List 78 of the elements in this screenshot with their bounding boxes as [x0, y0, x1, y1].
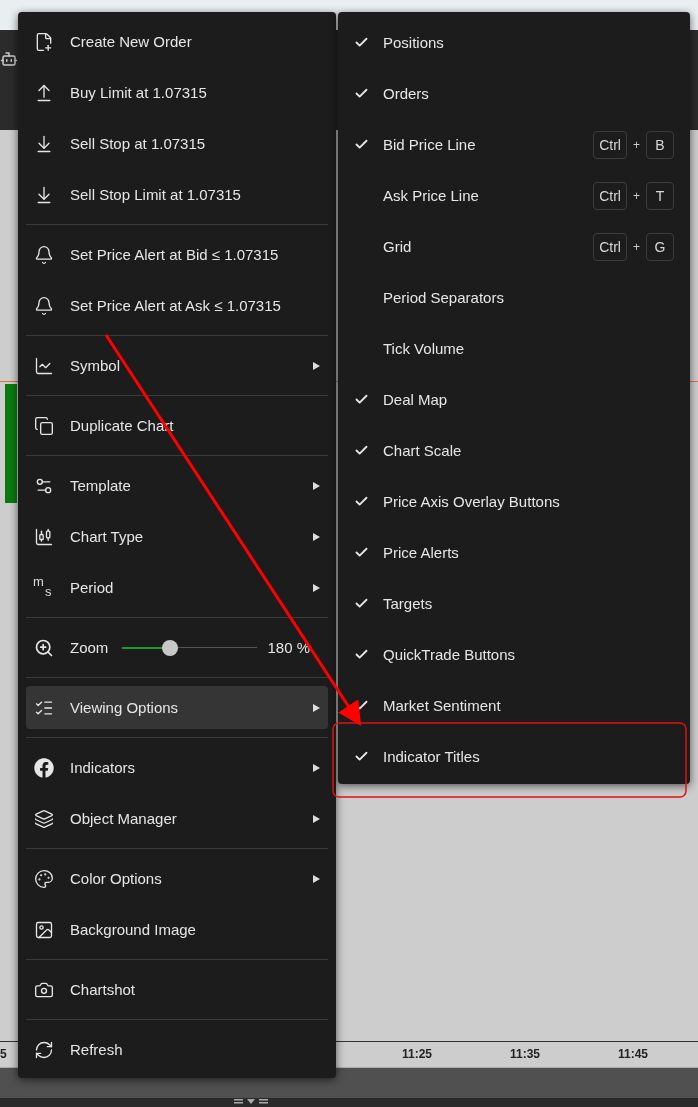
period-icon: m s	[33, 577, 55, 598]
item-label: Indicator Titles	[383, 748, 481, 765]
menu-item[interactable]: Color Options	[26, 853, 328, 904]
bell-icon	[34, 244, 54, 265]
menu-item[interactable]: Price Alerts	[338, 527, 690, 578]
key-cap: B	[646, 130, 674, 159]
menu-item[interactable]: Indicator Titles	[338, 731, 690, 782]
menu-item[interactable]: Tick Volume	[338, 323, 690, 374]
menu-item[interactable]: Object Manager	[26, 793, 328, 844]
menu-item[interactable]: Template	[26, 460, 328, 511]
menu-item[interactable]: Chart Type	[26, 511, 328, 562]
plus-sign: +	[633, 239, 640, 254]
file-plus-icon	[34, 31, 54, 52]
menu-item[interactable]: Deal Map	[338, 374, 690, 425]
menu-item[interactable]: Price Axis Overlay Buttons	[338, 476, 690, 527]
menu-item[interactable]: Sell Stop Limit at 1.07315	[26, 169, 328, 220]
copy-icon	[34, 415, 54, 436]
menu-item[interactable]: Bid Price Line Ctrl + B	[338, 119, 690, 170]
menu-item[interactable]: Symbol	[26, 340, 328, 391]
item-label: Chart Scale	[383, 442, 463, 459]
menu-item[interactable]: Refresh	[26, 1024, 328, 1075]
robot-icon[interactable]	[0, 50, 18, 68]
key-cap: G	[646, 232, 674, 261]
image-icon	[34, 919, 54, 940]
slider-thumb[interactable]	[161, 639, 178, 656]
menu-item[interactable]: Background Image	[26, 904, 328, 955]
item-label: Market Sentiment	[383, 697, 502, 714]
layers-icon	[34, 808, 54, 829]
menu-item[interactable]: Market Sentiment	[338, 680, 690, 731]
menu-item[interactable]: Grid Ctrl + G	[338, 221, 690, 272]
time-label: 5	[0, 1047, 7, 1061]
key-cap: Ctrl	[593, 130, 627, 159]
menu-item[interactable]: Chart Scale	[338, 425, 690, 476]
candlestick-icon	[34, 526, 54, 547]
menu-item[interactable]: Viewing Options	[26, 686, 328, 729]
time-label: 11:25	[402, 1047, 433, 1061]
palette-icon	[34, 868, 54, 889]
bell-icon	[34, 295, 54, 316]
item-label: Positions	[383, 34, 445, 51]
menu-item[interactable]: Buy Limit at 1.07315	[26, 67, 328, 118]
menu-item[interactable]: Create New Order	[26, 16, 328, 67]
time-label: 11:45	[618, 1047, 649, 1061]
line-chart-icon	[34, 355, 54, 376]
item-label: Ask Price Line	[383, 187, 480, 204]
item-label: QuickTrade Buttons	[383, 646, 516, 663]
item-label: Orders	[383, 85, 430, 102]
zoom-label: Zoom	[70, 639, 109, 656]
menu-item[interactable]: QuickTrade Buttons	[338, 629, 690, 680]
zoom-in-icon	[34, 637, 54, 658]
menu-item[interactable]: Orders	[338, 68, 690, 119]
item-label: Price Alerts	[383, 544, 460, 561]
item-label: Targets	[383, 595, 434, 612]
item-label: Bid Price Line	[383, 136, 477, 153]
menu-item[interactable]: Period Separators	[338, 272, 690, 323]
time-label: 11:35	[510, 1047, 541, 1061]
key-cap: Ctrl	[593, 232, 627, 261]
plus-sign: +	[633, 188, 640, 203]
menu-item[interactable]: m s Period	[26, 562, 328, 613]
menu-item[interactable]: Targets	[338, 578, 690, 629]
key-cap: T	[646, 181, 674, 210]
menu-item[interactable]: Indicators	[26, 742, 328, 793]
menu-item[interactable]: Chartshot	[26, 964, 328, 1015]
refresh-icon	[34, 1039, 54, 1060]
zoom-reading: 180 %	[267, 639, 311, 656]
handle-icon[interactable]	[234, 1098, 268, 1105]
menu-item[interactable]: Sell Stop at 1.07315	[26, 118, 328, 169]
item-label: Period Separators	[383, 289, 505, 306]
item-label: Grid	[383, 238, 413, 255]
item-label: Deal Map	[383, 391, 449, 408]
item-label: Price Axis Overlay Buttons	[383, 493, 561, 510]
key-cap: Ctrl	[593, 181, 627, 210]
menu-item[interactable]: Set Price Alert at Ask ≤ 1.07315	[26, 280, 328, 331]
menu-item[interactable]: Ask Price Line Ctrl + T	[338, 170, 690, 221]
item-label: Tick Volume	[383, 340, 466, 357]
menu-item[interactable]: Positions	[338, 17, 690, 68]
menu-item[interactable]: Set Price Alert at Bid ≤ 1.07315	[26, 229, 328, 280]
plus-sign: +	[633, 137, 640, 152]
circle-letter-icon	[34, 757, 54, 778]
